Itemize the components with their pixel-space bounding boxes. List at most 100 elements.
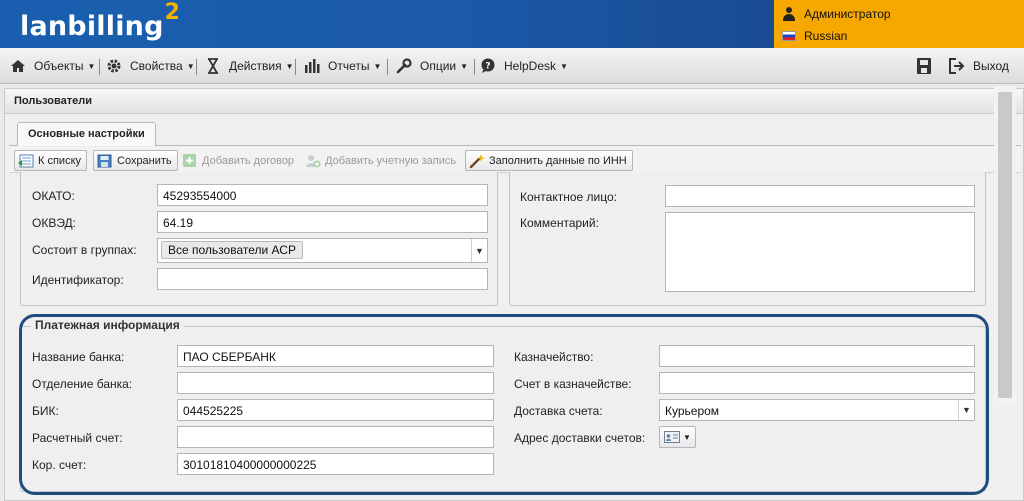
logout-button[interactable]: Выход: [949, 48, 1009, 84]
invoice-delivery-label: Доставка счета:: [514, 404, 603, 418]
bik-input[interactable]: 044525225: [177, 399, 494, 421]
chevron-down-icon: ▼: [285, 61, 294, 71]
treasury-account-input[interactable]: [659, 372, 975, 394]
settlement-account-input[interactable]: [177, 426, 494, 448]
menu-separator: [474, 59, 475, 75]
back-to-list-button[interactable]: К списку: [14, 150, 88, 171]
menu-actions-label: Действия: [229, 59, 282, 73]
current-user[interactable]: Администратор: [782, 4, 891, 24]
save-button[interactable]: Сохранить: [93, 150, 178, 171]
invoice-delivery-value: Курьером: [665, 404, 720, 418]
settlement-account-label: Расчетный счет:: [32, 431, 123, 445]
save-label: Сохранить: [117, 154, 172, 167]
menu-options[interactable]: Опции ▼: [396, 48, 468, 84]
menu-reports[interactable]: Отчеты ▼: [304, 48, 381, 84]
correspondent-account-label: Кор. счет:: [32, 458, 87, 472]
language-label: Russian: [804, 29, 848, 43]
menu-properties-label: Свойства: [130, 59, 183, 73]
svg-text:?: ?: [485, 62, 490, 72]
magic-wand-icon: [469, 153, 485, 168]
okato-input[interactable]: 45293554000: [157, 184, 488, 206]
add-icon: [182, 153, 198, 168]
menu-options-label: Опции: [420, 59, 457, 73]
bank-name-input[interactable]: ПАО СБЕРБАНК: [177, 345, 494, 367]
logout-label: Выход: [973, 59, 1009, 73]
correspondent-account-input[interactable]: 30101810400000000225: [177, 453, 494, 475]
language-selector[interactable]: Russian: [782, 26, 847, 46]
add-account-button[interactable]: Добавить учетную запись: [301, 150, 462, 171]
form-toolbar: К списку Сохранить Добавить договор Доба…: [9, 147, 1021, 173]
user-name: Администратор: [804, 7, 891, 21]
wrench-icon: [396, 58, 412, 74]
tab-basic-settings[interactable]: Основные настройки: [17, 122, 156, 146]
floppy-disk-icon: [916, 58, 932, 74]
okato-label: ОКАТО:: [32, 189, 75, 203]
fill-by-inn-label: Заполнить данные по ИНН: [489, 154, 627, 167]
save-icon: [97, 154, 113, 168]
menu-helpdesk[interactable]: ? HelpDesk ▼: [480, 48, 568, 84]
chevron-down-icon: ▼: [87, 61, 96, 71]
add-user-icon: [305, 154, 321, 168]
contact-person-input[interactable]: [665, 185, 975, 207]
menu-helpdesk-label: HelpDesk: [504, 59, 557, 73]
okved-label: ОКВЭД:: [32, 216, 77, 230]
contact-person-label: Контактное лицо:: [520, 190, 617, 204]
menu-actions[interactable]: Действия ▼: [205, 48, 294, 84]
menu-properties[interactable]: Свойства ▼: [106, 48, 195, 84]
bank-name-label: Название банка:: [32, 350, 125, 364]
window-title: Пользователи: [5, 89, 1023, 114]
groups-label: Состоит в группах:: [32, 243, 137, 257]
bik-label: БИК:: [32, 404, 59, 418]
add-account-label: Добавить учетную запись: [325, 154, 457, 167]
user-icon: [782, 7, 796, 21]
treasury-account-label: Счет в казначействе:: [514, 377, 632, 391]
main-menu-bar: Объекты ▼ Свойства ▼ Действия ▼ Отчеты ▼ Опц…: [0, 48, 1024, 84]
app-header: lanbilling2 Администратор Russian: [0, 0, 1024, 48]
menu-objects-label: Объекты: [34, 59, 84, 73]
payment-legend: Платежная информация: [31, 318, 184, 332]
bank-branch-input[interactable]: [177, 372, 494, 394]
back-to-list-label: К списку: [38, 154, 82, 167]
invoice-delivery-select[interactable]: Курьером ▼: [659, 399, 975, 421]
groups-multiselect[interactable]: Все пользователи АСР ▼: [157, 238, 488, 263]
treasury-input[interactable]: [659, 345, 975, 367]
chevron-down-icon[interactable]: ▼: [471, 239, 487, 262]
scrollbar-thumb[interactable]: [998, 92, 1012, 398]
gear-icon: [106, 58, 122, 74]
menu-separator: [99, 59, 100, 75]
add-contract-label: Добавить договор: [202, 154, 295, 167]
identifier-label: Идентификатор:: [32, 273, 124, 287]
chevron-down-icon: ▼: [683, 432, 691, 442]
bank-branch-label: Отделение банка:: [32, 377, 133, 391]
add-contract-button[interactable]: Добавить договор: [178, 150, 300, 171]
menu-reports-label: Отчеты: [328, 59, 370, 73]
user-panel: Администратор Russian: [774, 0, 1024, 48]
menu-objects[interactable]: Объекты ▼: [10, 48, 95, 84]
save-layout-button[interactable]: [916, 48, 940, 84]
tab-strip: Основные настройки: [9, 119, 1021, 146]
comment-textarea[interactable]: [665, 212, 975, 292]
bar-chart-icon: [304, 58, 320, 74]
app-logo: lanbilling2: [20, 0, 181, 42]
logout-icon: [949, 58, 965, 74]
list-back-icon: [18, 154, 34, 168]
hourglass-icon: [205, 58, 221, 74]
chevron-down-icon: ▼: [560, 61, 568, 71]
delivery-address-label: Адрес доставки счетов:: [514, 431, 646, 445]
delivery-address-button[interactable]: ▼: [659, 426, 696, 448]
menu-separator: [387, 59, 388, 75]
fill-by-inn-button[interactable]: Заполнить данные по ИНН: [465, 150, 633, 171]
chevron-down-icon[interactable]: ▼: [958, 400, 974, 420]
menu-separator: [295, 59, 296, 75]
russian-flag-icon: [782, 31, 796, 41]
identifier-input[interactable]: [157, 268, 488, 290]
group-tag[interactable]: Все пользователи АСР: [161, 241, 303, 259]
okved-input[interactable]: 64.19: [157, 211, 488, 233]
building-icon: [10, 58, 26, 74]
comment-label: Комментарий:: [520, 216, 599, 230]
help-bubble-icon: ?: [480, 58, 496, 74]
treasury-label: Казначейство:: [514, 350, 594, 364]
chevron-down-icon: ▼: [373, 61, 382, 71]
address-card-icon: [664, 430, 680, 444]
chevron-down-icon: ▼: [186, 61, 195, 71]
